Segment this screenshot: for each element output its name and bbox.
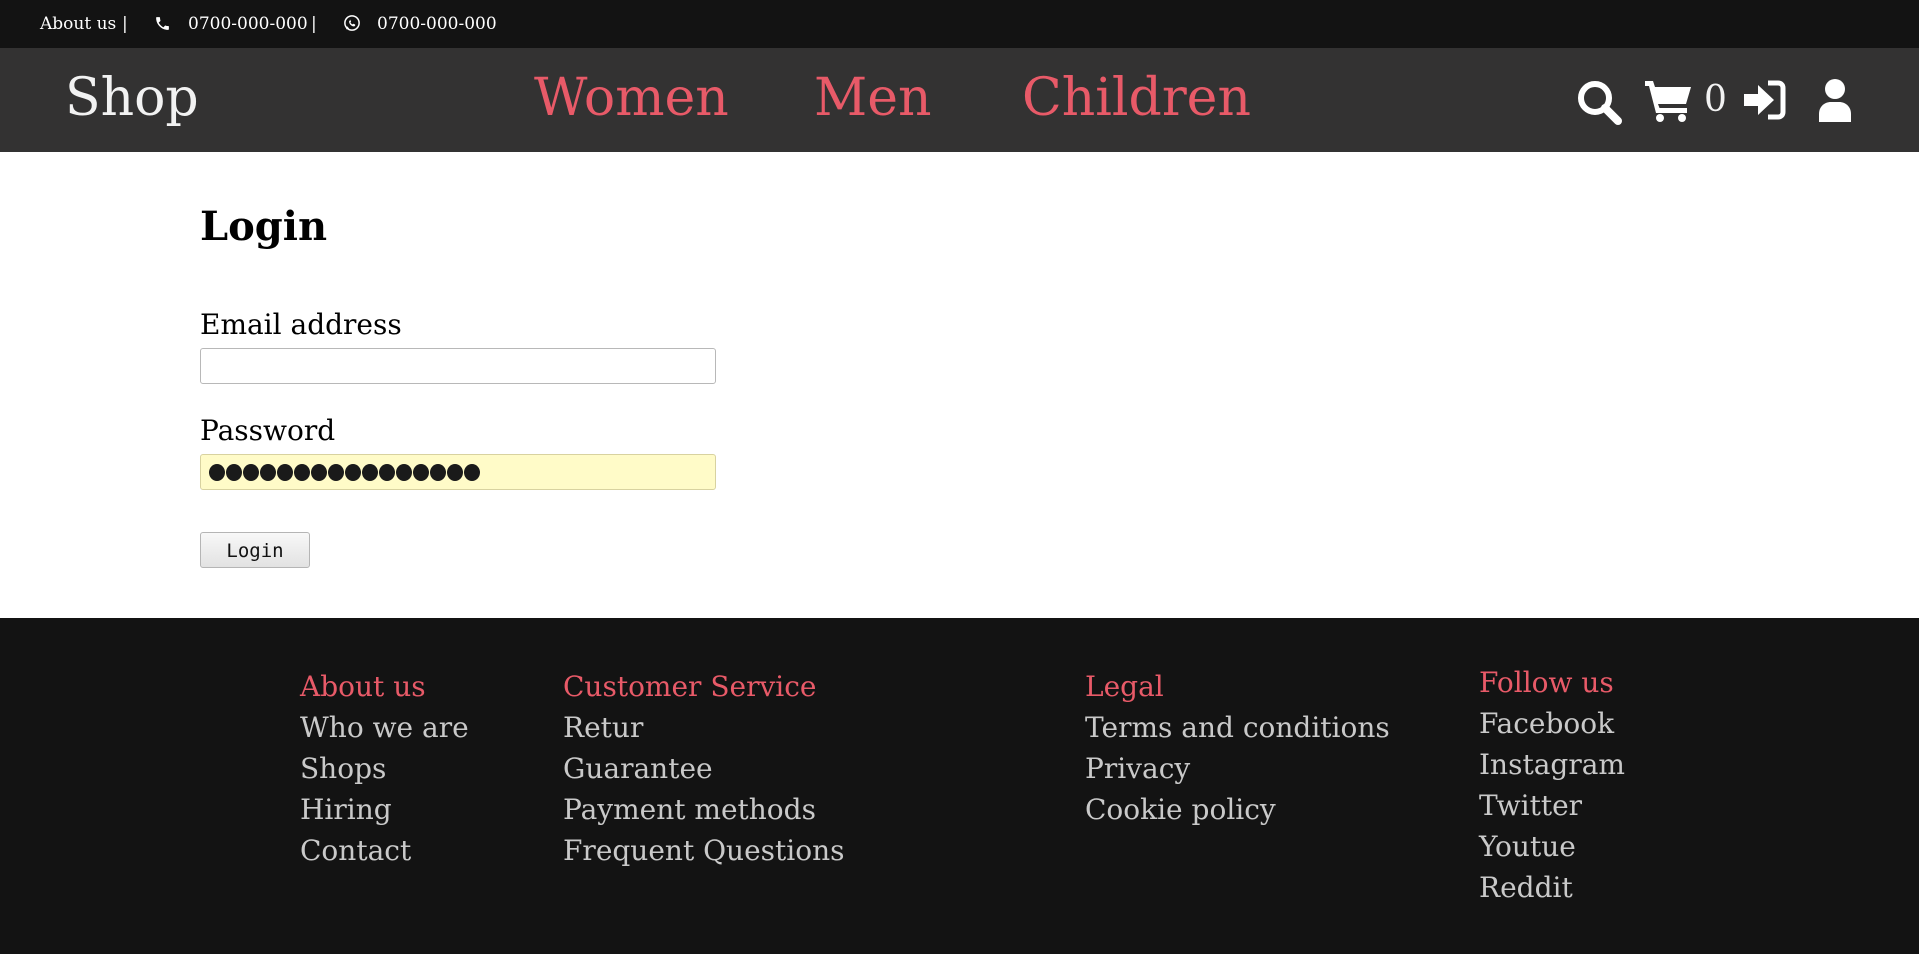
nav-link-women[interactable]: Women (534, 68, 729, 128)
nav-link-children[interactable]: Children (1022, 68, 1251, 128)
footer-heading: Customer Service (563, 670, 817, 703)
footer-link[interactable]: Terms and conditions (1085, 711, 1390, 745)
footer-link-twitter[interactable]: Twitter (1479, 789, 1625, 823)
footer-link-instagram[interactable]: Instagram (1479, 748, 1625, 782)
password-mask (209, 464, 480, 481)
password-dot (447, 464, 463, 481)
main-navbar: Shop Women Men Children 0 (0, 48, 1919, 152)
footer-link[interactable]: Cookie policy (1085, 793, 1390, 827)
password-dot (209, 464, 225, 481)
password-dot (277, 464, 293, 481)
footer-link-reddit[interactable]: Reddit (1479, 871, 1625, 905)
user-icon[interactable] (1817, 78, 1853, 122)
footer-link[interactable]: Frequent Questions (563, 834, 845, 868)
page-title: Login (200, 203, 328, 250)
brand-logo[interactable]: Shop (65, 68, 199, 128)
footer-heading: Follow us (1479, 666, 1614, 699)
footer-column-legal: Legal Terms and conditions Privacy Cooki… (1085, 670, 1390, 834)
footer: About us Who we are Shops Hiring Contact… (0, 618, 1919, 954)
footer-heading: About us (300, 670, 426, 703)
password-dot (260, 464, 276, 481)
footer-column-follow: Follow us Facebook Instagram Twitter You… (1479, 666, 1625, 912)
footer-link[interactable]: Guarantee (563, 752, 845, 786)
separator: | (311, 14, 317, 34)
password-dot (311, 464, 327, 481)
password-field[interactable] (200, 454, 716, 490)
footer-link-facebook[interactable]: Facebook (1479, 707, 1625, 741)
footer-link[interactable]: Hiring (300, 793, 469, 827)
password-dot (464, 464, 480, 481)
whatsapp-number[interactable]: 0700-000-000 (377, 14, 497, 34)
separator: | (122, 14, 128, 34)
password-dot (413, 464, 429, 481)
footer-link[interactable]: Contact (300, 834, 469, 868)
password-dot (396, 464, 412, 481)
phone-icon (156, 17, 169, 30)
login-section: Login Email address Password Login (0, 152, 1919, 618)
email-field[interactable] (200, 348, 716, 384)
footer-link[interactable]: Who we are (300, 711, 469, 745)
footer-link[interactable]: Payment methods (563, 793, 845, 827)
login-button[interactable]: Login (200, 532, 310, 568)
footer-link[interactable]: Retur (563, 711, 845, 745)
footer-link[interactable]: Privacy (1085, 752, 1390, 786)
email-label: Email address (200, 308, 402, 341)
nav-link-men[interactable]: Men (814, 68, 932, 128)
whatsapp-icon (344, 15, 360, 31)
footer-link[interactable]: Shops (300, 752, 469, 786)
password-dot (430, 464, 446, 481)
password-dot (362, 464, 378, 481)
password-label: Password (200, 414, 336, 447)
password-dot (226, 464, 242, 481)
top-about-link[interactable]: About us (40, 14, 116, 34)
phone-number[interactable]: 0700-000-000 (188, 14, 308, 34)
password-dot (379, 464, 395, 481)
password-dot (294, 464, 310, 481)
footer-link-youtube[interactable]: Youtue (1479, 830, 1625, 864)
footer-heading: Legal (1085, 670, 1164, 703)
search-icon[interactable] (1575, 78, 1623, 126)
top-bar: About us | 0700-000-000 | 0700-000-000 (0, 0, 1919, 48)
password-dot (345, 464, 361, 481)
cart-count: 0 (1704, 79, 1727, 120)
footer-column-service: Customer Service Retur Guarantee Payment… (563, 670, 845, 875)
footer-column-about: About us Who we are Shops Hiring Contact (300, 670, 469, 875)
sign-in-icon[interactable] (1742, 80, 1786, 120)
password-dot (328, 464, 344, 481)
password-dot (243, 464, 259, 481)
cart-icon[interactable] (1645, 79, 1693, 123)
